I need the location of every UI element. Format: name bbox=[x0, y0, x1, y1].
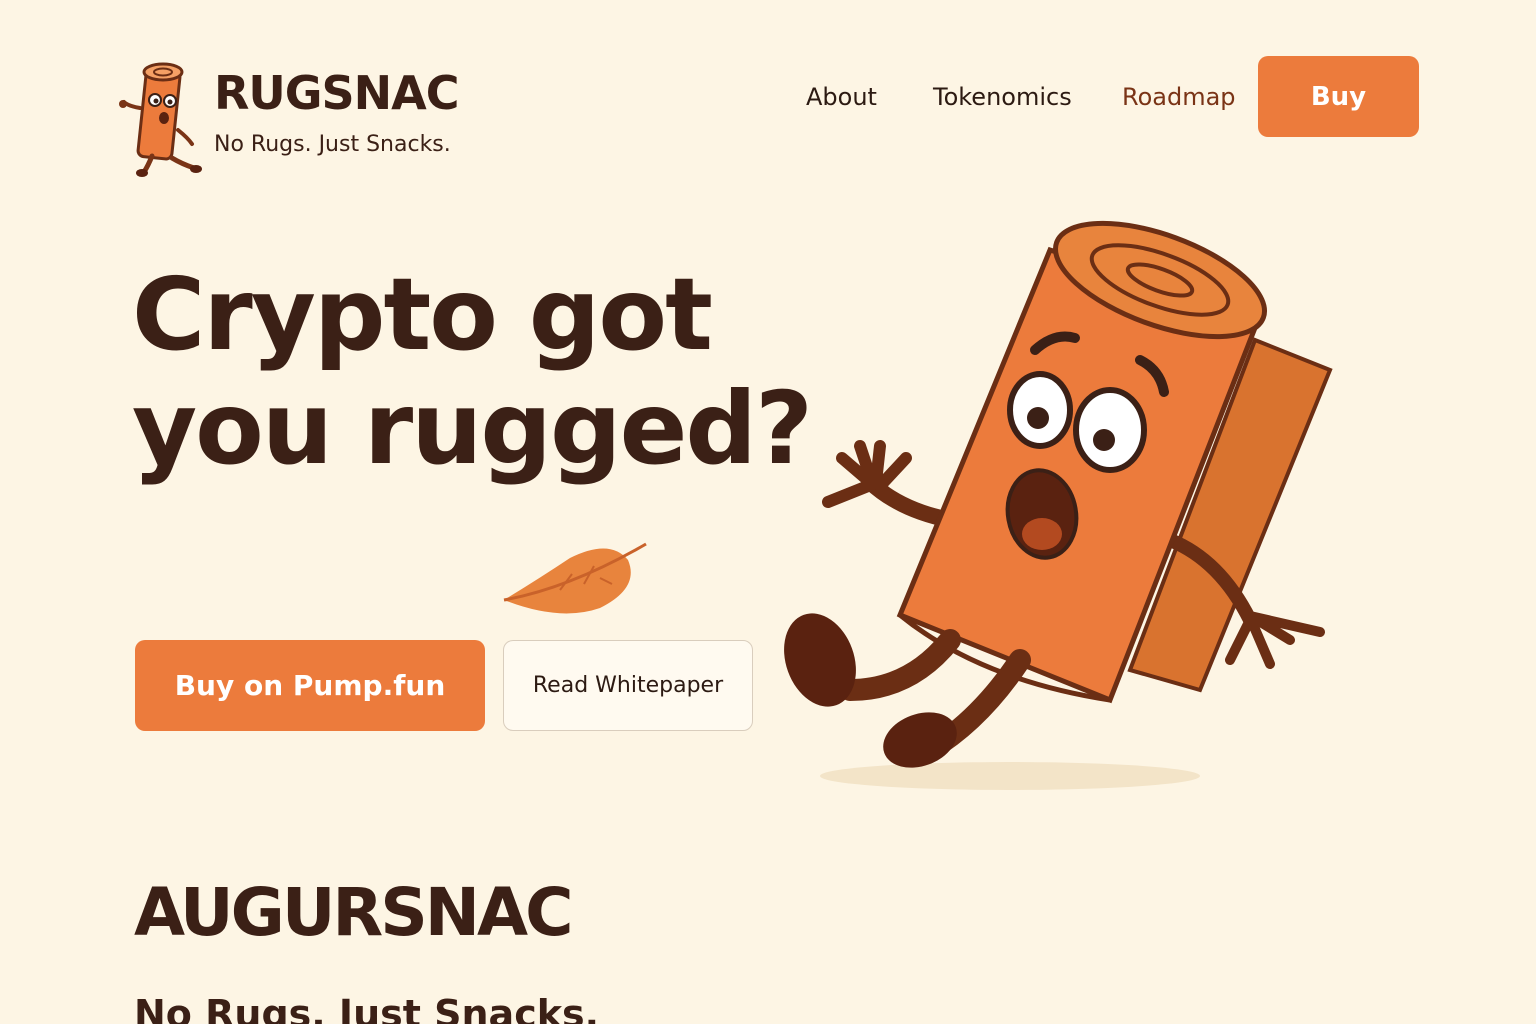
nav-buy-button[interactable]: Buy bbox=[1258, 56, 1419, 137]
brand-tagline: No Rugs. Just Snacks. bbox=[214, 132, 451, 157]
rug-mascot-icon bbox=[119, 62, 202, 177]
nav-roadmap-link[interactable]: Roadmap bbox=[1122, 83, 1236, 111]
brand-name: RUGSNAC bbox=[214, 66, 460, 120]
buy-on-pumpfun-button[interactable]: Buy on Pump.fun bbox=[135, 640, 485, 731]
falling-rug-mascot-icon bbox=[784, 220, 1333, 790]
read-whitepaper-button[interactable]: Read Whitepaper bbox=[503, 640, 753, 731]
section-brand-wordmark: AUGURSNAC bbox=[134, 874, 574, 951]
nav-about-link[interactable]: About bbox=[806, 83, 877, 111]
hero-title-line-2: you rugged? bbox=[132, 370, 813, 487]
leaf-icon bbox=[503, 542, 647, 614]
nav-tokenomics-link[interactable]: Tokenomics bbox=[933, 83, 1072, 111]
brand-logo[interactable]: RUGSNAC No Rugs. Just Snacks. bbox=[118, 60, 498, 180]
landing-page: RUGSNAC No Rugs. Just Snacks. About Toke… bbox=[0, 0, 1536, 1024]
hero-title: Crypto got you rugged? bbox=[132, 258, 832, 486]
hero-title-line-1: Crypto got bbox=[132, 256, 713, 373]
section-tagline: No Rugs. Just Snacks. bbox=[134, 992, 600, 1024]
